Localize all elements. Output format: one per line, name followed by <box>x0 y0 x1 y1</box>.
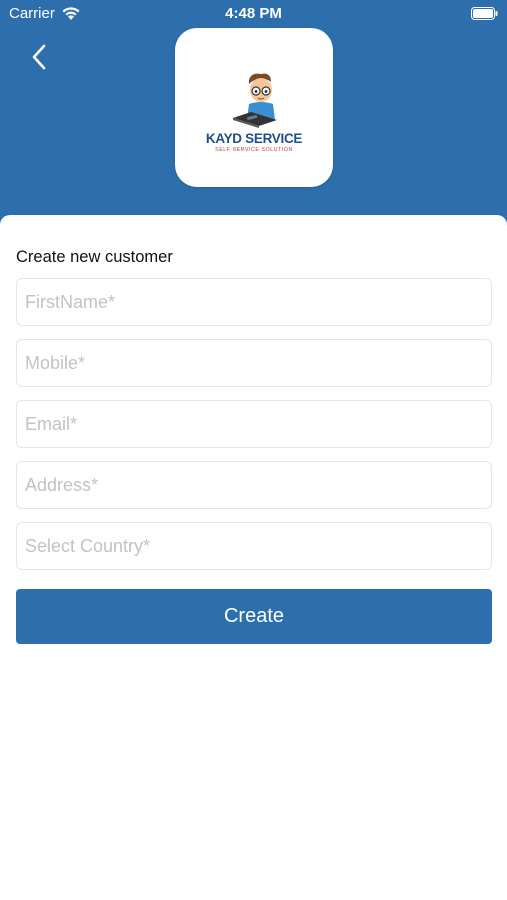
company-logo: KAYD SERVICE SELF SERVICE SOLUTION <box>175 28 333 187</box>
mobile-field[interactable] <box>16 339 492 387</box>
form-title: Create new customer <box>16 248 173 266</box>
logo-brand-text: KAYD SERVICE <box>206 131 302 146</box>
email-field[interactable] <box>16 400 492 448</box>
status-bar: Carrier 4:48 PM <box>0 0 507 28</box>
logo-tagline-text: SELF SERVICE SOLUTION <box>215 147 293 153</box>
battery-icon <box>471 7 498 24</box>
address-field[interactable] <box>16 461 492 509</box>
back-button[interactable] <box>22 40 56 74</box>
select-country-field[interactable] <box>16 522 492 570</box>
app-header: Carrier 4:48 PM KAYD SERVICE SELF SERVIC… <box>0 0 507 230</box>
first-name-field[interactable] <box>16 278 492 326</box>
create-button[interactable]: Create <box>16 589 492 644</box>
chevron-left-icon <box>32 44 46 70</box>
customer-form-sheet: Create new customer Create <box>0 215 507 900</box>
status-time: 4:48 PM <box>225 5 282 22</box>
